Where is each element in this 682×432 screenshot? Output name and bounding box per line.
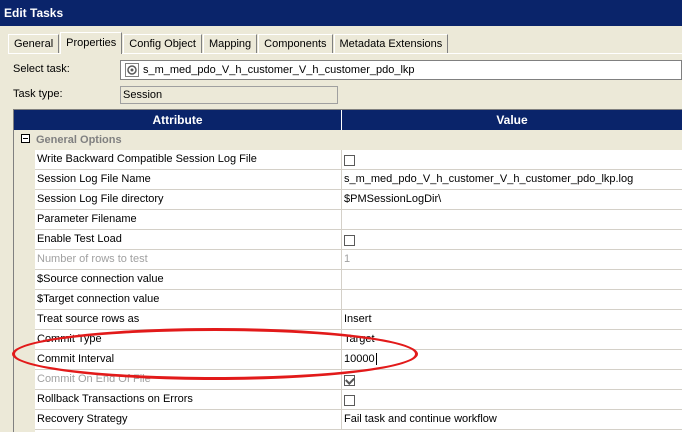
value-text: 10000 bbox=[344, 353, 375, 365]
task-type-field: Session bbox=[120, 86, 338, 104]
checkbox[interactable] bbox=[344, 395, 355, 406]
task-type-label: Task type: bbox=[13, 88, 63, 100]
tab-metadata-extensions[interactable]: Metadata Extensions bbox=[333, 34, 449, 53]
property-row[interactable]: Commit On End Of File bbox=[35, 370, 682, 390]
attribute-cell: Rollback Transactions on Errors bbox=[35, 390, 342, 409]
attribute-cell: Recovery Strategy bbox=[35, 410, 342, 429]
properties-grid: Attribute Value General Options Write Ba… bbox=[13, 109, 682, 432]
select-task-label: Select task: bbox=[13, 63, 70, 75]
attribute-cell: Enable Test Load bbox=[35, 230, 342, 249]
attribute-cell: Commit Interval bbox=[35, 350, 342, 369]
value-cell[interactable]: s_m_med_pdo_V_h_customer_V_h_customer_pd… bbox=[342, 170, 682, 189]
tab-general[interactable]: General bbox=[8, 34, 60, 53]
value-column-header[interactable]: Value bbox=[342, 110, 682, 130]
checkbox[interactable] bbox=[344, 375, 355, 386]
value-cell[interactable] bbox=[342, 370, 682, 389]
select-task-field[interactable]: s_m_med_pdo_V_h_customer_V_h_customer_pd… bbox=[120, 60, 682, 80]
property-row[interactable]: Parameter Filename bbox=[35, 210, 682, 230]
value-cell[interactable] bbox=[342, 390, 682, 409]
attribute-cell: $Target connection value bbox=[35, 290, 342, 309]
attribute-cell: $Source connection value bbox=[35, 270, 342, 289]
value-text: 1 bbox=[344, 253, 351, 265]
attribute-cell: Number of rows to test bbox=[35, 250, 342, 269]
property-row[interactable]: Number of rows to test 1 bbox=[35, 250, 682, 270]
group-title: General Options bbox=[36, 134, 122, 146]
attribute-cell: Commit Type bbox=[35, 330, 342, 349]
value-text: s_m_med_pdo_V_h_customer_V_h_customer_pd… bbox=[344, 173, 634, 185]
property-row[interactable]: Write Backward Compatible Session Log Fi… bbox=[35, 150, 682, 170]
value-cell[interactable] bbox=[342, 290, 682, 309]
attribute-column-header[interactable]: Attribute bbox=[14, 110, 342, 130]
attribute-cell: Write Backward Compatible Session Log Fi… bbox=[35, 150, 342, 169]
collapse-icon[interactable] bbox=[21, 134, 30, 143]
property-row[interactable]: $Source connection value bbox=[35, 270, 682, 290]
checkbox[interactable] bbox=[344, 235, 355, 246]
property-row[interactable]: Treat source rows as Insert bbox=[35, 310, 682, 330]
value-cell[interactable]: Target bbox=[342, 330, 682, 349]
property-row[interactable]: Commit Type Target bbox=[35, 330, 682, 350]
value-text: Target bbox=[344, 333, 375, 345]
value-cell[interactable]: Insert bbox=[342, 310, 682, 329]
tab-properties[interactable]: Properties bbox=[60, 32, 123, 54]
session-icon bbox=[125, 63, 139, 77]
attribute-cell: Commit On End Of File bbox=[35, 370, 342, 389]
value-cell[interactable] bbox=[342, 210, 682, 229]
value-cell[interactable] bbox=[342, 270, 682, 289]
group-general-options: General Options bbox=[14, 130, 682, 150]
tab-config-object[interactable]: Config Object bbox=[123, 34, 202, 53]
attribute-cell: Session Log File Name bbox=[35, 170, 342, 189]
value-cell[interactable]: $PMSessionLogDir\ bbox=[342, 190, 682, 209]
value-text: $PMSessionLogDir\ bbox=[344, 193, 442, 205]
select-task-value: s_m_med_pdo_V_h_customer_V_h_customer_pd… bbox=[143, 64, 415, 76]
value-text: Fail task and continue workflow bbox=[344, 413, 497, 425]
value-cell[interactable]: 1 bbox=[342, 250, 682, 269]
tab-mapping[interactable]: Mapping bbox=[202, 34, 258, 53]
property-row[interactable]: $Target connection value bbox=[35, 290, 682, 310]
text-caret bbox=[375, 353, 377, 366]
window-title: Edit Tasks bbox=[0, 0, 682, 26]
value-cell[interactable] bbox=[342, 150, 682, 169]
checkbox[interactable] bbox=[344, 155, 355, 166]
attribute-cell: Session Log File directory bbox=[35, 190, 342, 209]
property-row[interactable]: Rollback Transactions on Errors bbox=[35, 390, 682, 410]
tab-components[interactable]: Components bbox=[258, 34, 333, 53]
value-cell[interactable] bbox=[342, 230, 682, 249]
tab-strip: General Properties Config Object Mapping… bbox=[8, 32, 449, 54]
property-row[interactable]: Recovery Strategy Fail task and continue … bbox=[35, 410, 682, 430]
property-row[interactable]: Enable Test Load bbox=[35, 230, 682, 250]
property-row[interactable]: Commit Interval 10000 bbox=[35, 350, 682, 370]
property-row[interactable]: Session Log File directory $PMSessionLogD… bbox=[35, 190, 682, 210]
value-cell[interactable]: Fail task and continue workflow bbox=[342, 410, 682, 429]
attribute-cell: Parameter Filename bbox=[35, 210, 342, 229]
value-text: Insert bbox=[344, 313, 372, 325]
attribute-cell: Treat source rows as bbox=[35, 310, 342, 329]
property-row[interactable]: Session Log File Name s_m_med_pdo_V_h_cus… bbox=[35, 170, 682, 190]
row-gutter bbox=[14, 150, 35, 432]
commit-interval-input[interactable]: 10000 bbox=[342, 350, 682, 369]
